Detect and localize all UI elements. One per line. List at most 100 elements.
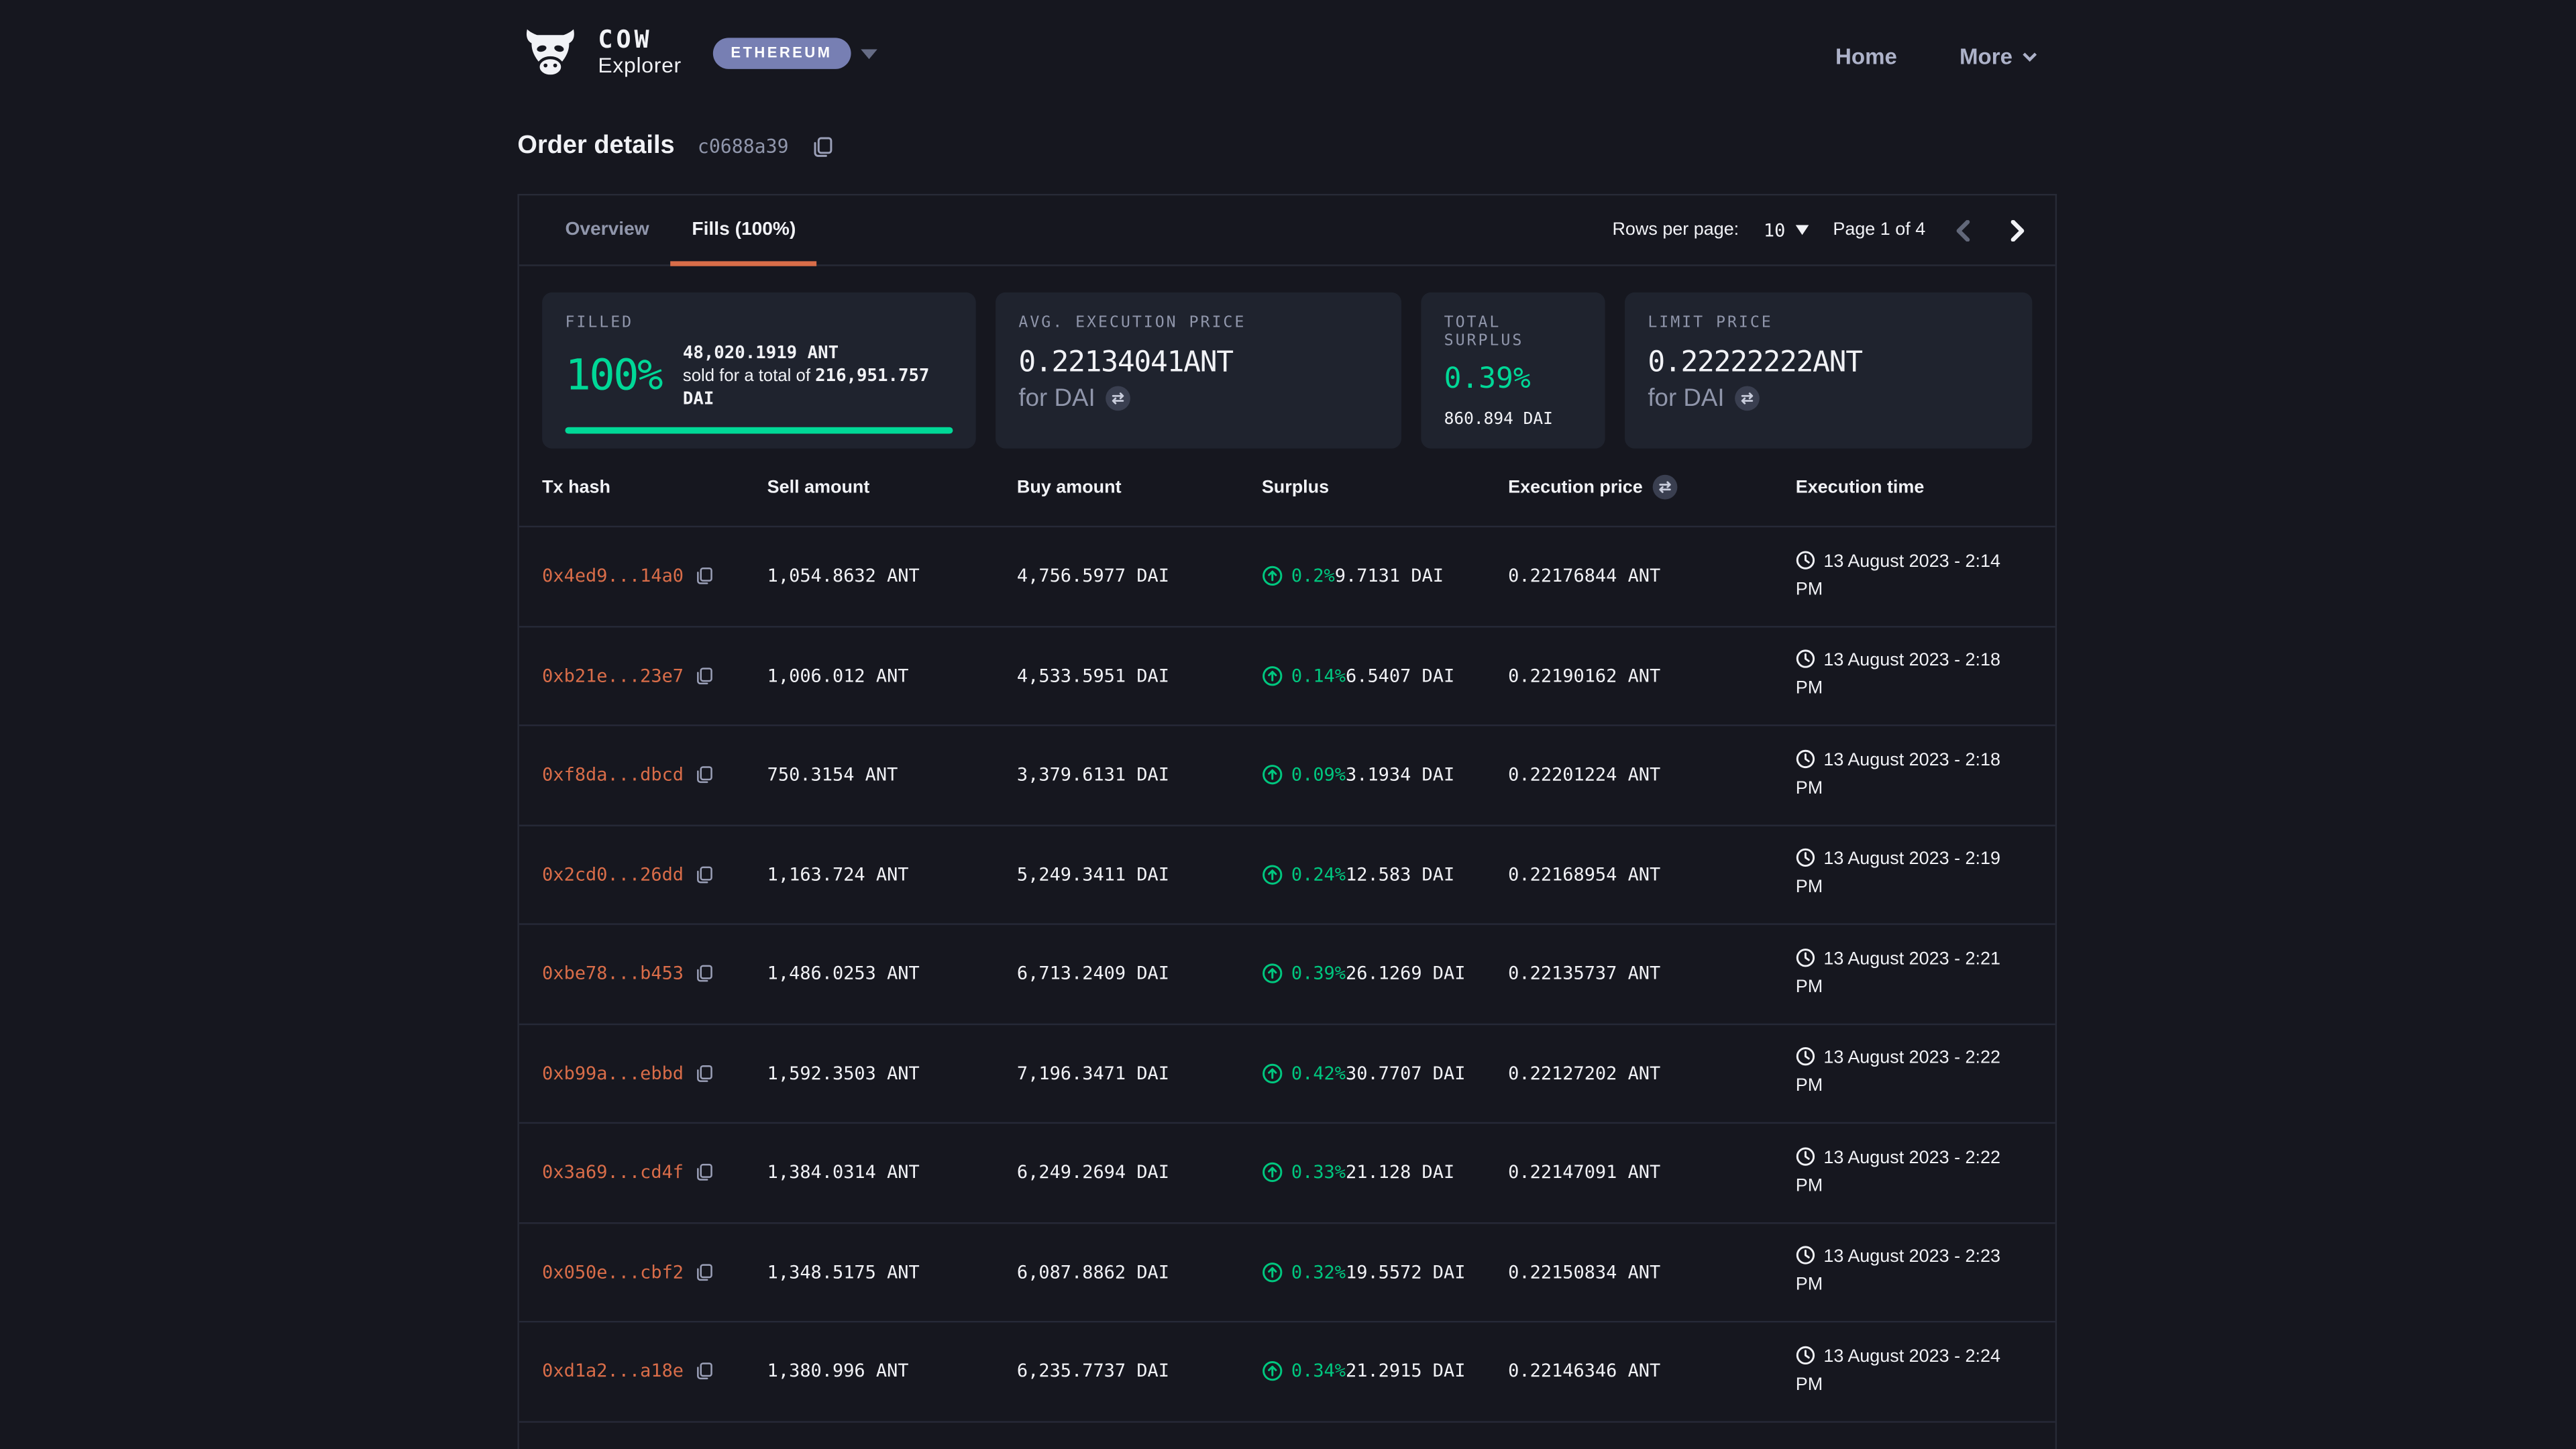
table-row: 0xb99a...ebbd 1,592.3503 ANT 7,196.3471 … (519, 1022, 2055, 1122)
execution-price-cell: 0.22147091 ANT (1508, 1162, 1796, 1183)
tab-bar: Overview Fills (100%) Rows per page: 10 … (519, 195, 2055, 266)
tx-hash-link[interactable]: 0xb99a...ebbd (542, 1063, 684, 1084)
swap-arrows-icon (1658, 480, 1672, 494)
clock-icon (1796, 1345, 1815, 1364)
filled-sold-line: sold for a total of 216,951.757 DAI (683, 365, 953, 411)
surplus-percent: 0.24% (1291, 864, 1346, 885)
filled-percent: 100% (565, 352, 661, 401)
table-row: 0x050e...cbf2 1,348.5175 ANT 6,087.8862 … (519, 1222, 2055, 1321)
execution-time-cell: 13 August 2023 - 2:24 PM (1796, 1344, 2033, 1399)
tx-hash-link[interactable]: 0xf8da...dbcd (542, 764, 684, 786)
surplus-cell: 0.24%12.583 DAI (1262, 864, 1508, 885)
arrow-up-circle-icon (1262, 1360, 1283, 1382)
copy-tx-hash-button[interactable] (695, 1064, 713, 1082)
col-sell-amount: Sell amount (767, 477, 1017, 496)
table-row: 0x2cd0...26dd 1,163.724 ANT 5,249.3411 D… (519, 824, 2055, 923)
copy-tx-hash-button[interactable] (695, 766, 713, 784)
buy-amount-cell: 5,249.3411 DAI (1017, 864, 1262, 885)
copy-tx-hash-button[interactable] (695, 667, 713, 685)
execution-price-cell: 0.22201224 ANT (1508, 764, 1796, 786)
surplus-cell: 0.42%30.7707 DAI (1262, 1063, 1508, 1084)
surplus-cell: 0.32%19.5572 DAI (1262, 1261, 1508, 1283)
col-execution-time: Execution time (1796, 477, 2033, 496)
execution-time-text: 13 August 2023 - 2:18 PM (1796, 750, 2000, 798)
tx-hash-link[interactable]: 0x2cd0...26dd (542, 864, 684, 885)
tx-hash-link[interactable]: 0x4ed9...14a0 (542, 566, 684, 587)
chevron-down-icon (2023, 48, 2037, 63)
network-selector[interactable]: ETHEREUM (712, 38, 876, 69)
sell-amount-cell: 1,163.724 ANT (767, 864, 1017, 885)
tx-hash-cell: 0x050e...cbf2 (542, 1261, 767, 1283)
surplus-percent: 0.2% (1291, 566, 1335, 587)
surplus-amount: 9.7131 DAI (1335, 566, 1444, 587)
surplus-cell: 0.09%3.1934 DAI (1262, 764, 1508, 786)
col-buy-amount: Buy amount (1017, 477, 1262, 496)
table-row: 0xbe78...b453 1,486.0253 ANT 6,713.2409 … (519, 923, 2055, 1022)
copy-tx-hash-button[interactable] (695, 568, 713, 586)
copy-tx-hash-button[interactable] (695, 1263, 713, 1281)
tx-hash-link[interactable]: 0x3a69...cd4f (542, 1162, 684, 1183)
arrow-up-circle-icon (1262, 1063, 1283, 1084)
nav-more-link[interactable]: More (1960, 44, 2037, 68)
arrow-up-circle-icon (1262, 1261, 1283, 1283)
cow-explorer-logo[interactable]: COW Explorer (517, 28, 681, 79)
execution-time-cell: 13 August 2023 - 2:18 PM (1796, 747, 2033, 803)
tx-hash-link[interactable]: 0x050e...cbf2 (542, 1261, 684, 1283)
tx-hash-link[interactable]: 0xd1a2...a18e (542, 1360, 684, 1382)
next-page-button[interactable] (2002, 219, 2031, 241)
clock-icon (1796, 550, 1815, 570)
limit-price-value: 0.22222222ANT (1648, 347, 2009, 380)
table-row: 0xd1a2...a18e 1,380.996 ANT 6,235.7737 D… (519, 1321, 2055, 1420)
network-badge[interactable]: ETHEREUM (712, 38, 850, 69)
invert-price-button[interactable] (1105, 386, 1130, 411)
app-root: COW Explorer ETHEREUM Home More Order de… (0, 0, 2576, 1449)
arrow-up-circle-icon (1262, 566, 1283, 587)
col-execution-price: Execution price (1508, 475, 1796, 500)
execution-time-cell: 13 August 2023 - 2:22 PM (1796, 1144, 2033, 1200)
surplus-amount: 26.1269 DAI (1346, 963, 1465, 985)
sell-amount-cell: 1,348.5175 ANT (767, 1261, 1017, 1283)
top-header: COW Explorer ETHEREUM Home More (0, 0, 2576, 112)
rows-per-page-select[interactable]: 10 (1764, 219, 1809, 241)
execution-time-cell: 13 August 2023 - 2:19 PM (1796, 847, 2033, 902)
clock-icon (1796, 749, 1815, 768)
tx-hash-cell: 0x4ed9...14a0 (542, 566, 767, 587)
tab-fills[interactable]: Fills (100%) (671, 195, 818, 265)
invert-limit-price-button[interactable] (1734, 386, 1759, 411)
prev-page-button[interactable] (1950, 219, 1978, 241)
surplus-amount: 21.128 DAI (1346, 1162, 1454, 1183)
copy-icon (695, 965, 713, 983)
chevron-right-icon (2006, 219, 2027, 241)
filled-card: FILLED 100% 48,020.1919 ANT sold for a t… (542, 292, 976, 449)
copy-tx-hash-button[interactable] (695, 965, 713, 983)
page-indicator: Page 1 of 4 (1833, 220, 1925, 239)
execution-price-cell: 0.22127202 ANT (1508, 1063, 1796, 1084)
execution-price-cell: 0.22168954 ANT (1508, 864, 1796, 885)
table-row: 0xf8da...dbcd 750.3154 ANT 3,379.6131 DA… (519, 724, 2055, 824)
execution-price-cell: 0.22176844 ANT (1508, 566, 1796, 587)
tx-hash-link[interactable]: 0xb21e...23e7 (542, 665, 684, 686)
table-body: 0x4ed9...14a0 1,054.8632 ANT 4,756.5977 … (519, 526, 2055, 1420)
copy-icon (695, 1163, 713, 1181)
table-row: 0x4ed9...14a0 1,054.8632 ANT 4,756.5977 … (519, 526, 2055, 625)
toggle-price-unit-button[interactable] (1652, 475, 1677, 500)
arrow-up-circle-icon (1262, 963, 1283, 985)
execution-time-text: 13 August 2023 - 2:21 PM (1796, 949, 2000, 997)
avg-price-unit: for DAI (1018, 384, 1095, 413)
tx-hash-cell: 0xb21e...23e7 (542, 665, 767, 686)
copy-order-id-button[interactable] (812, 136, 833, 157)
total-surplus-card: TOTAL SURPLUS 0.39% 860.894 DAI (1421, 292, 1605, 449)
surplus-percent: 0.39% (1291, 963, 1346, 985)
copy-tx-hash-button[interactable] (695, 865, 713, 883)
tab-overview[interactable]: Overview (544, 195, 671, 265)
surplus-cell: 0.14%6.5407 DAI (1262, 665, 1508, 686)
arrow-up-circle-icon (1262, 764, 1283, 786)
table-row-partial (519, 1420, 2055, 1449)
copy-tx-hash-button[interactable] (695, 1362, 713, 1381)
page-title-row: Order details c0688a39 (517, 131, 2576, 161)
tx-hash-link[interactable]: 0xbe78...b453 (542, 963, 684, 985)
copy-tx-hash-button[interactable] (695, 1163, 713, 1181)
nav-home-link[interactable]: Home (1835, 44, 1897, 68)
table-header: Tx hash Sell amount Buy amount Surplus E… (519, 449, 2055, 526)
surplus-percent: 0.33% (1291, 1162, 1346, 1183)
